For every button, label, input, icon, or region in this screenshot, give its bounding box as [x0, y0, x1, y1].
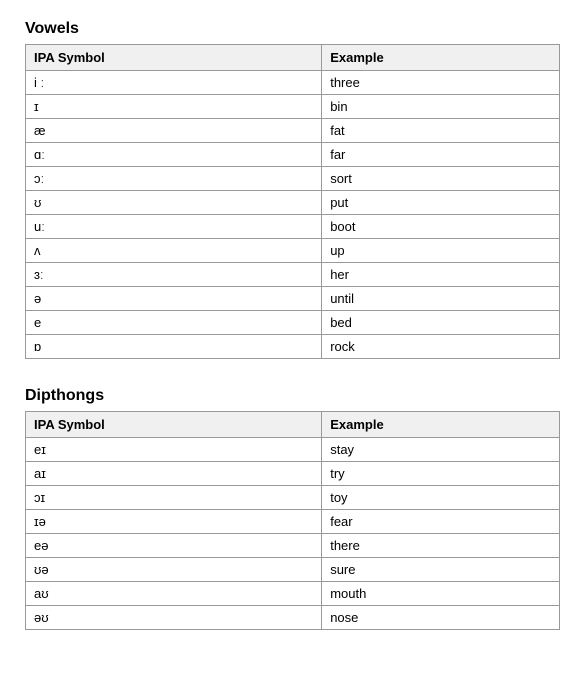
ipa-symbol: uː — [26, 215, 322, 239]
example-word: try — [322, 462, 560, 486]
ipa-symbol: ʊ — [26, 191, 322, 215]
table-row: eəthere — [26, 534, 560, 558]
example-word: rock — [322, 335, 560, 359]
example-word: sure — [322, 558, 560, 582]
ipa-symbol: ə — [26, 287, 322, 311]
ipa-symbol: ʌ — [26, 239, 322, 263]
ipa-symbol: e — [26, 311, 322, 335]
table-row: ɑːfar — [26, 143, 560, 167]
dipthongs-col-example: Example — [322, 412, 560, 438]
table-row: əuntil — [26, 287, 560, 311]
ipa-symbol: aɪ — [26, 462, 322, 486]
dipthongs-section: Dipthongs IPA Symbol Example eɪstayaɪtry… — [25, 387, 560, 630]
table-row: ɔɪtoy — [26, 486, 560, 510]
table-row: əʊnose — [26, 606, 560, 630]
ipa-symbol: ɜː — [26, 263, 322, 287]
ipa-symbol: aʊ — [26, 582, 322, 606]
dipthongs-title: Dipthongs — [25, 387, 560, 405]
table-row: i ːthree — [26, 71, 560, 95]
dipthongs-col-ipa: IPA Symbol — [26, 412, 322, 438]
ipa-symbol: i ː — [26, 71, 322, 95]
table-row: eɪstay — [26, 438, 560, 462]
vowels-table: IPA Symbol Example i ːthreeɪbinæfatɑːfar… — [25, 44, 560, 359]
table-row: aʊmouth — [26, 582, 560, 606]
ipa-symbol: eɪ — [26, 438, 322, 462]
ipa-symbol: eə — [26, 534, 322, 558]
table-row: æfat — [26, 119, 560, 143]
vowels-title: Vowels — [25, 20, 560, 38]
table-row: aɪtry — [26, 462, 560, 486]
ipa-symbol: ɔɪ — [26, 486, 322, 510]
example-word: toy — [322, 486, 560, 510]
example-word: bed — [322, 311, 560, 335]
ipa-symbol: ɪ — [26, 95, 322, 119]
table-row: ʊput — [26, 191, 560, 215]
table-row: ebed — [26, 311, 560, 335]
example-word: stay — [322, 438, 560, 462]
example-word: nose — [322, 606, 560, 630]
table-row: ɒrock — [26, 335, 560, 359]
example-word: three — [322, 71, 560, 95]
vowels-col-example: Example — [322, 45, 560, 71]
example-word: her — [322, 263, 560, 287]
example-word: bin — [322, 95, 560, 119]
ipa-symbol: ɪə — [26, 510, 322, 534]
dipthongs-table: IPA Symbol Example eɪstayaɪtryɔɪtoyɪəfea… — [25, 411, 560, 630]
example-word: fear — [322, 510, 560, 534]
table-row: ɪəfear — [26, 510, 560, 534]
example-word: until — [322, 287, 560, 311]
ipa-symbol: ɔː — [26, 167, 322, 191]
table-row: ɜːher — [26, 263, 560, 287]
example-word: fat — [322, 119, 560, 143]
ipa-symbol: æ — [26, 119, 322, 143]
example-word: sort — [322, 167, 560, 191]
table-row: ʌup — [26, 239, 560, 263]
table-row: ɪbin — [26, 95, 560, 119]
example-word: mouth — [322, 582, 560, 606]
ipa-symbol: əʊ — [26, 606, 322, 630]
table-row: ɔːsort — [26, 167, 560, 191]
example-word: there — [322, 534, 560, 558]
vowels-section: Vowels IPA Symbol Example i ːthreeɪbinæf… — [25, 20, 560, 359]
ipa-symbol: ɑː — [26, 143, 322, 167]
table-row: uːboot — [26, 215, 560, 239]
example-word: boot — [322, 215, 560, 239]
example-word: far — [322, 143, 560, 167]
example-word: put — [322, 191, 560, 215]
example-word: up — [322, 239, 560, 263]
ipa-symbol: ʊə — [26, 558, 322, 582]
vowels-col-ipa: IPA Symbol — [26, 45, 322, 71]
table-row: ʊəsure — [26, 558, 560, 582]
ipa-symbol: ɒ — [26, 335, 322, 359]
